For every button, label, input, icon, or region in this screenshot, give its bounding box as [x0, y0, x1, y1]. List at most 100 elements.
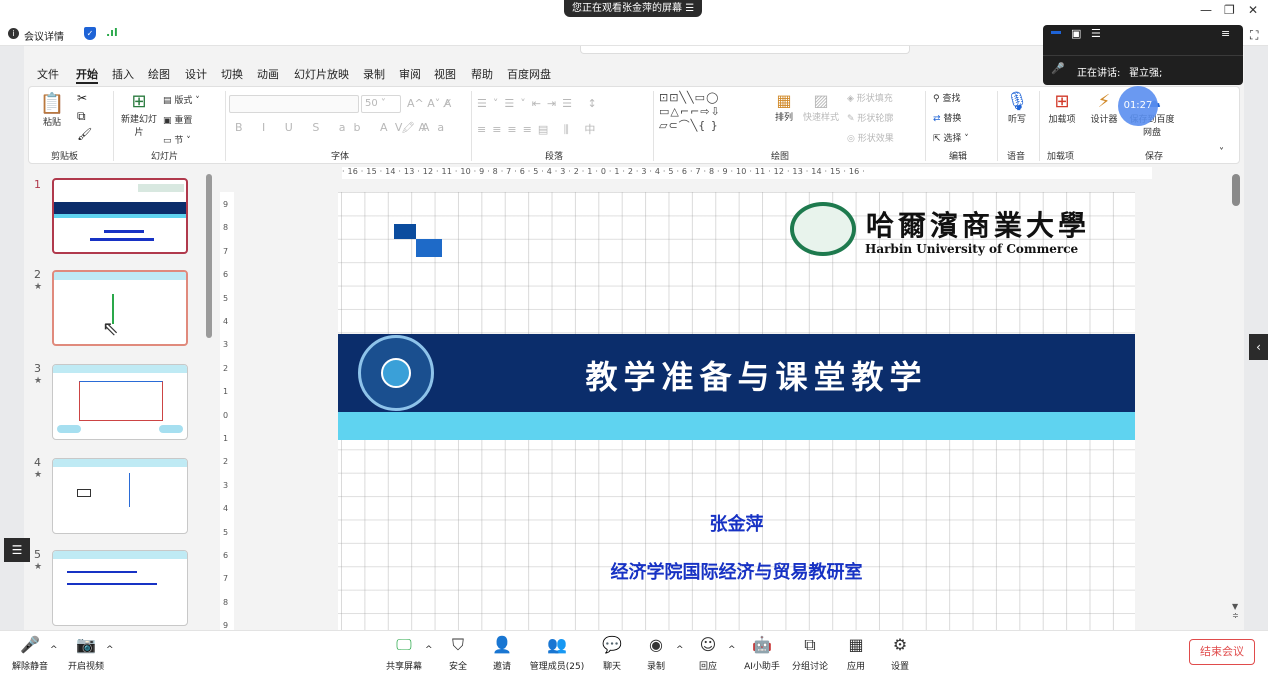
list-menu-icon[interactable]: ☰: [4, 538, 30, 562]
speaking-label: 正在讲话:: [1077, 68, 1121, 79]
slide-scrollbar[interactable]: [1232, 174, 1240, 206]
thumb-text: [67, 583, 157, 585]
tab-animations[interactable]: 动画: [257, 66, 279, 82]
font-size-value: 50: [365, 98, 378, 109]
shapes-gallery[interactable]: ⊡⊡╲╲▭◯ ▭△⌐⌐⇨⇩ ▱⊂⌒╲{ }: [659, 91, 763, 143]
tab-insert[interactable]: 插入: [112, 66, 134, 82]
shape-fill-button[interactable]: ◈ 形状填充: [847, 91, 893, 104]
paste-button[interactable]: 📋 粘贴: [37, 91, 67, 128]
thumbnail-scrollbar[interactable]: [206, 174, 212, 338]
speaker-panel[interactable]: ▣ ☰ ≡ 🎤 正在讲话: 翟立强;: [1043, 25, 1243, 85]
tab-record[interactable]: 录制: [363, 66, 385, 82]
settings-button[interactable]: ⚙ 设置: [870, 633, 930, 672]
highlight-icon[interactable]: 🖍 A: [401, 121, 426, 134]
slide-thumbnail-5[interactable]: [52, 550, 188, 626]
sharing-banner-text: 您正在观看张金萍的屏幕: [572, 3, 682, 14]
invite-button[interactable]: 👤 邀请: [472, 633, 532, 672]
quick-styles-button[interactable]: ▨ 快速样式: [801, 91, 841, 123]
list-buttons[interactable]: ☰˅☰˅⇤⇥☰ ↕: [477, 97, 603, 110]
designer-button[interactable]: ⚡ 设计器: [1089, 91, 1119, 125]
collapse-icon[interactable]: ≡: [1221, 27, 1230, 40]
single-view-icon[interactable]: ▣: [1071, 27, 1081, 40]
divider: [1039, 91, 1040, 161]
shape-outline-button[interactable]: ✎ 形状轮廓: [847, 111, 893, 124]
copy-icon[interactable]: ⧉: [77, 109, 86, 124]
meeting-details-link[interactable]: 会议详情: [24, 28, 64, 43]
title-underband: [338, 412, 1135, 440]
chevron-up-icon[interactable]: ^: [106, 645, 114, 655]
layout-button[interactable]: ▤ 版式 ˅: [163, 93, 200, 106]
timer-badge[interactable]: 01:27: [1118, 86, 1158, 126]
tab-file[interactable]: 文件: [37, 66, 59, 82]
scroll-arrows-icon[interactable]: ▼ ≑: [1232, 602, 1239, 620]
cursor-icon: ⇱: [933, 134, 941, 144]
breakout-icon: ⧉: [804, 635, 816, 654]
cut-icon[interactable]: ✂: [77, 91, 87, 105]
arrange-button[interactable]: ▦ 排列: [771, 91, 797, 123]
new-slide-button[interactable]: ⊞ 新建幻灯片: [119, 91, 159, 138]
speaker-name: 翟立强;: [1129, 68, 1163, 79]
clipboard-icon: 📋: [39, 91, 65, 115]
tab-help[interactable]: 帮助: [471, 66, 493, 82]
security-shield-icon[interactable]: ✓: [84, 27, 96, 40]
tab-view[interactable]: 视图: [434, 66, 456, 82]
restore-icon[interactable]: ❐: [1224, 3, 1235, 17]
tab-transitions[interactable]: 切换: [221, 66, 243, 82]
minimize-view-icon[interactable]: [1051, 31, 1061, 34]
menu-lines-icon: ☰: [685, 3, 695, 14]
ruler-tick-label: 6: [223, 551, 229, 560]
tab-home[interactable]: 开始: [76, 66, 98, 84]
group-label-save: 保存: [1145, 152, 1164, 162]
replace-button[interactable]: ⇄ 替换: [933, 111, 961, 124]
search-box-stub[interactable]: [580, 46, 910, 54]
tab-review[interactable]: 审阅: [399, 66, 421, 82]
close-icon[interactable]: ✕: [1248, 3, 1258, 17]
university-seal: [790, 202, 856, 256]
list-view-icon[interactable]: ☰: [1091, 27, 1101, 40]
font-size-input[interactable]: 50 ˅: [361, 95, 401, 113]
slide-thumbnail-2[interactable]: ⇖: [52, 270, 188, 346]
animation-star-icon: ★: [34, 562, 43, 572]
select-button[interactable]: ⇱ 选择 ˅: [933, 131, 969, 144]
font-grow-icon[interactable]: A^ A˅ A̸: [407, 97, 451, 110]
reset-button[interactable]: ▣ 重置: [163, 113, 192, 126]
thumb-logo: [138, 184, 184, 192]
meeting-toolbar: 🎤 解除静音 ^ 📷 开启视频 ^ 🖵 共享屏幕 ^ ⛉ 安全 👤 邀请 👥 管理成员(25…: [0, 630, 1268, 680]
tab-baidu[interactable]: 百度网盘: [507, 66, 551, 82]
thumb-text: [104, 230, 144, 233]
tab-draw[interactable]: 绘图: [148, 66, 170, 82]
slide-thumbnail-1[interactable]: [52, 178, 188, 254]
slide-thumbnail-3[interactable]: [52, 364, 188, 440]
paint-bucket-icon: ◈: [847, 94, 854, 104]
section-button[interactable]: ▭ 节 ˅: [163, 133, 191, 146]
slide-canvas[interactable]: 哈爾濱商業大學 Harbin University of Commerce 教学…: [338, 192, 1135, 630]
collapse-panel-icon[interactable]: ‹: [1249, 334, 1268, 360]
members-button[interactable]: 👥 管理成员(25): [527, 633, 587, 672]
addins-button[interactable]: ⊞ 加载项: [1045, 91, 1079, 125]
find-button[interactable]: ⚲ 查找: [933, 91, 960, 104]
sharing-banner[interactable]: 您正在观看张金萍的屏幕 ☰: [564, 0, 703, 17]
shape-effects-button[interactable]: ◎ 形状效果: [847, 131, 894, 144]
end-meeting-button[interactable]: 结束会议: [1189, 639, 1255, 665]
minimize-icon[interactable]: —: [1200, 3, 1212, 17]
align-buttons[interactable]: ≡≡≡≡▤ ⫼ 中: [477, 121, 601, 137]
font-name-input[interactable]: [229, 95, 359, 113]
start-video-label: 开启视频: [67, 662, 104, 672]
cursor-icon: ⇖: [102, 316, 119, 340]
slide-thumbnail-4[interactable]: [52, 458, 188, 534]
replace-icon: ⇄: [933, 114, 941, 124]
dictate-button[interactable]: 🎙 听写: [1003, 91, 1031, 125]
layout-label: 版式: [174, 96, 193, 106]
powerpoint-window: 文件 开始 插入 绘图 设计 切换 动画 幻灯片放映 录制 审阅 视图 帮助 百…: [24, 46, 1244, 632]
security-label: 安全: [448, 662, 467, 672]
invite-icon: 👤: [492, 635, 512, 654]
info-icon[interactable]: i: [8, 28, 19, 39]
tab-design[interactable]: 设计: [185, 66, 207, 82]
divider: [997, 91, 998, 161]
tab-slideshow[interactable]: 幻灯片放映: [294, 66, 349, 82]
format-painter-icon[interactable]: 🖌: [77, 127, 92, 141]
divider: [925, 91, 926, 161]
collapse-ribbon-icon[interactable]: ˅: [1219, 147, 1224, 158]
fullscreen-icon[interactable]: ⛶: [1250, 28, 1258, 43]
ruler-tick-label: 7: [223, 574, 229, 584]
